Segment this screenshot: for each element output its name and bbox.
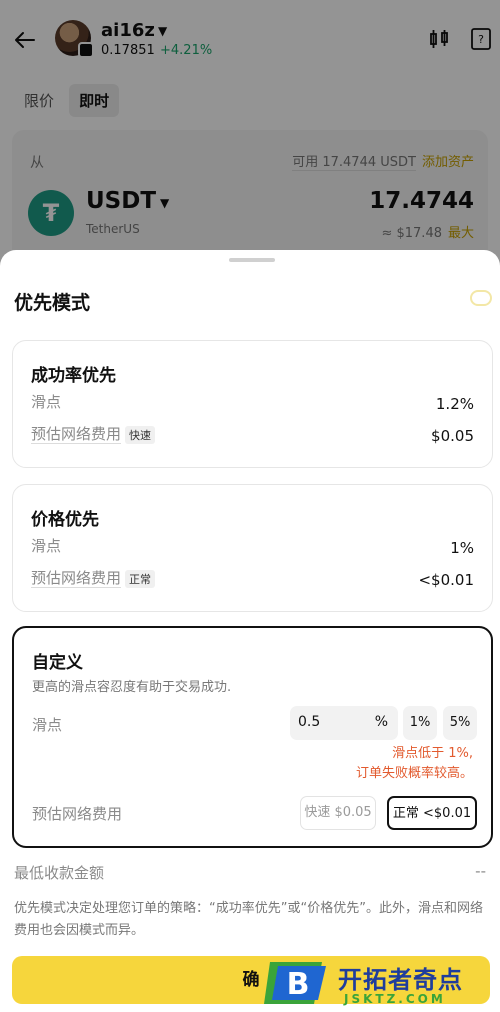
slippage-unit: % xyxy=(374,714,388,730)
watermark-text: 开拓者奇点 xyxy=(338,966,463,994)
warning-line-1: 滑点低于 1%, xyxy=(392,746,473,761)
slippage-label: 滑点 xyxy=(32,716,63,734)
slippage-label: 滑点 xyxy=(31,393,62,411)
priority-mode-sheet: 优先模式 成功率优先 滑点 1.2% 预估网络费用 快速 $0.05 价格优先 滑… xyxy=(0,250,500,1012)
sheet-handle[interactable] xyxy=(229,258,275,262)
footnote: 优先模式决定处理您订单的策略：“成功率优先”或“价格优先”。此外，滑点和网络费用… xyxy=(14,901,483,938)
option-success-rate[interactable]: 成功率优先 滑点 1.2% 预估网络费用 快速 $0.05 xyxy=(12,340,493,468)
slippage-value: 1% xyxy=(450,539,474,557)
fee-row: 预估网络费用 快速 xyxy=(31,423,156,444)
slippage-warning: 滑点低于 1%, 订单失败概率较高。 xyxy=(356,744,473,784)
watermark: B 开拓者奇点 JSKTZ.COM xyxy=(258,954,500,1012)
fee-value: $0.05 xyxy=(431,427,474,445)
slippage-value: 1.2% xyxy=(435,395,474,413)
option-title: 成功率优先 xyxy=(31,366,116,386)
fee-label: 预估网络费用 xyxy=(32,805,123,823)
option-title: 自定义 xyxy=(32,653,83,673)
slippage-input[interactable]: 0.5 % xyxy=(290,706,398,740)
slippage-chip-5[interactable]: 5% xyxy=(443,706,477,740)
fee-row: 预估网络费用 正常 xyxy=(31,567,156,588)
option-price[interactable]: 价格优先 滑点 1% 预估网络费用 正常 <$0.01 xyxy=(12,484,493,612)
fee-fast-button[interactable]: 快速 $0.05 xyxy=(300,796,376,830)
toggle-icon xyxy=(470,290,492,306)
fee-value: <$0.01 xyxy=(418,571,474,589)
fee-label: 预估网络费用 xyxy=(31,569,122,588)
slippage-label: 滑点 xyxy=(31,537,62,555)
fee-normal-button[interactable]: 正常 <$0.01 xyxy=(387,796,477,830)
min-receive-label: 最低收款金额 xyxy=(14,864,105,882)
option-title: 价格优先 xyxy=(31,510,99,530)
fee-tag: 正常 xyxy=(125,569,156,588)
sheet-title: 优先模式 xyxy=(14,292,91,314)
min-receive-value: -- xyxy=(475,862,486,880)
slippage-chip-1[interactable]: 1% xyxy=(403,706,437,740)
option-custom[interactable]: 自定义 更高的滑点容忍度有助于交易成功. 滑点 0.5 % 1% 5% 滑点低于… xyxy=(12,626,493,848)
custom-description: 更高的滑点容忍度有助于交易成功. xyxy=(32,680,232,695)
watermark-domain: JSKTZ.COM xyxy=(344,992,446,1006)
watermark-letter: B xyxy=(287,967,310,1002)
watermark-logo-icon: B xyxy=(264,962,326,1004)
slippage-input-value: 0.5 xyxy=(298,714,321,730)
fee-tag: 快速 xyxy=(125,425,156,444)
fee-label: 预估网络费用 xyxy=(31,425,122,444)
warning-line-2: 订单失败概率较高。 xyxy=(355,766,473,781)
